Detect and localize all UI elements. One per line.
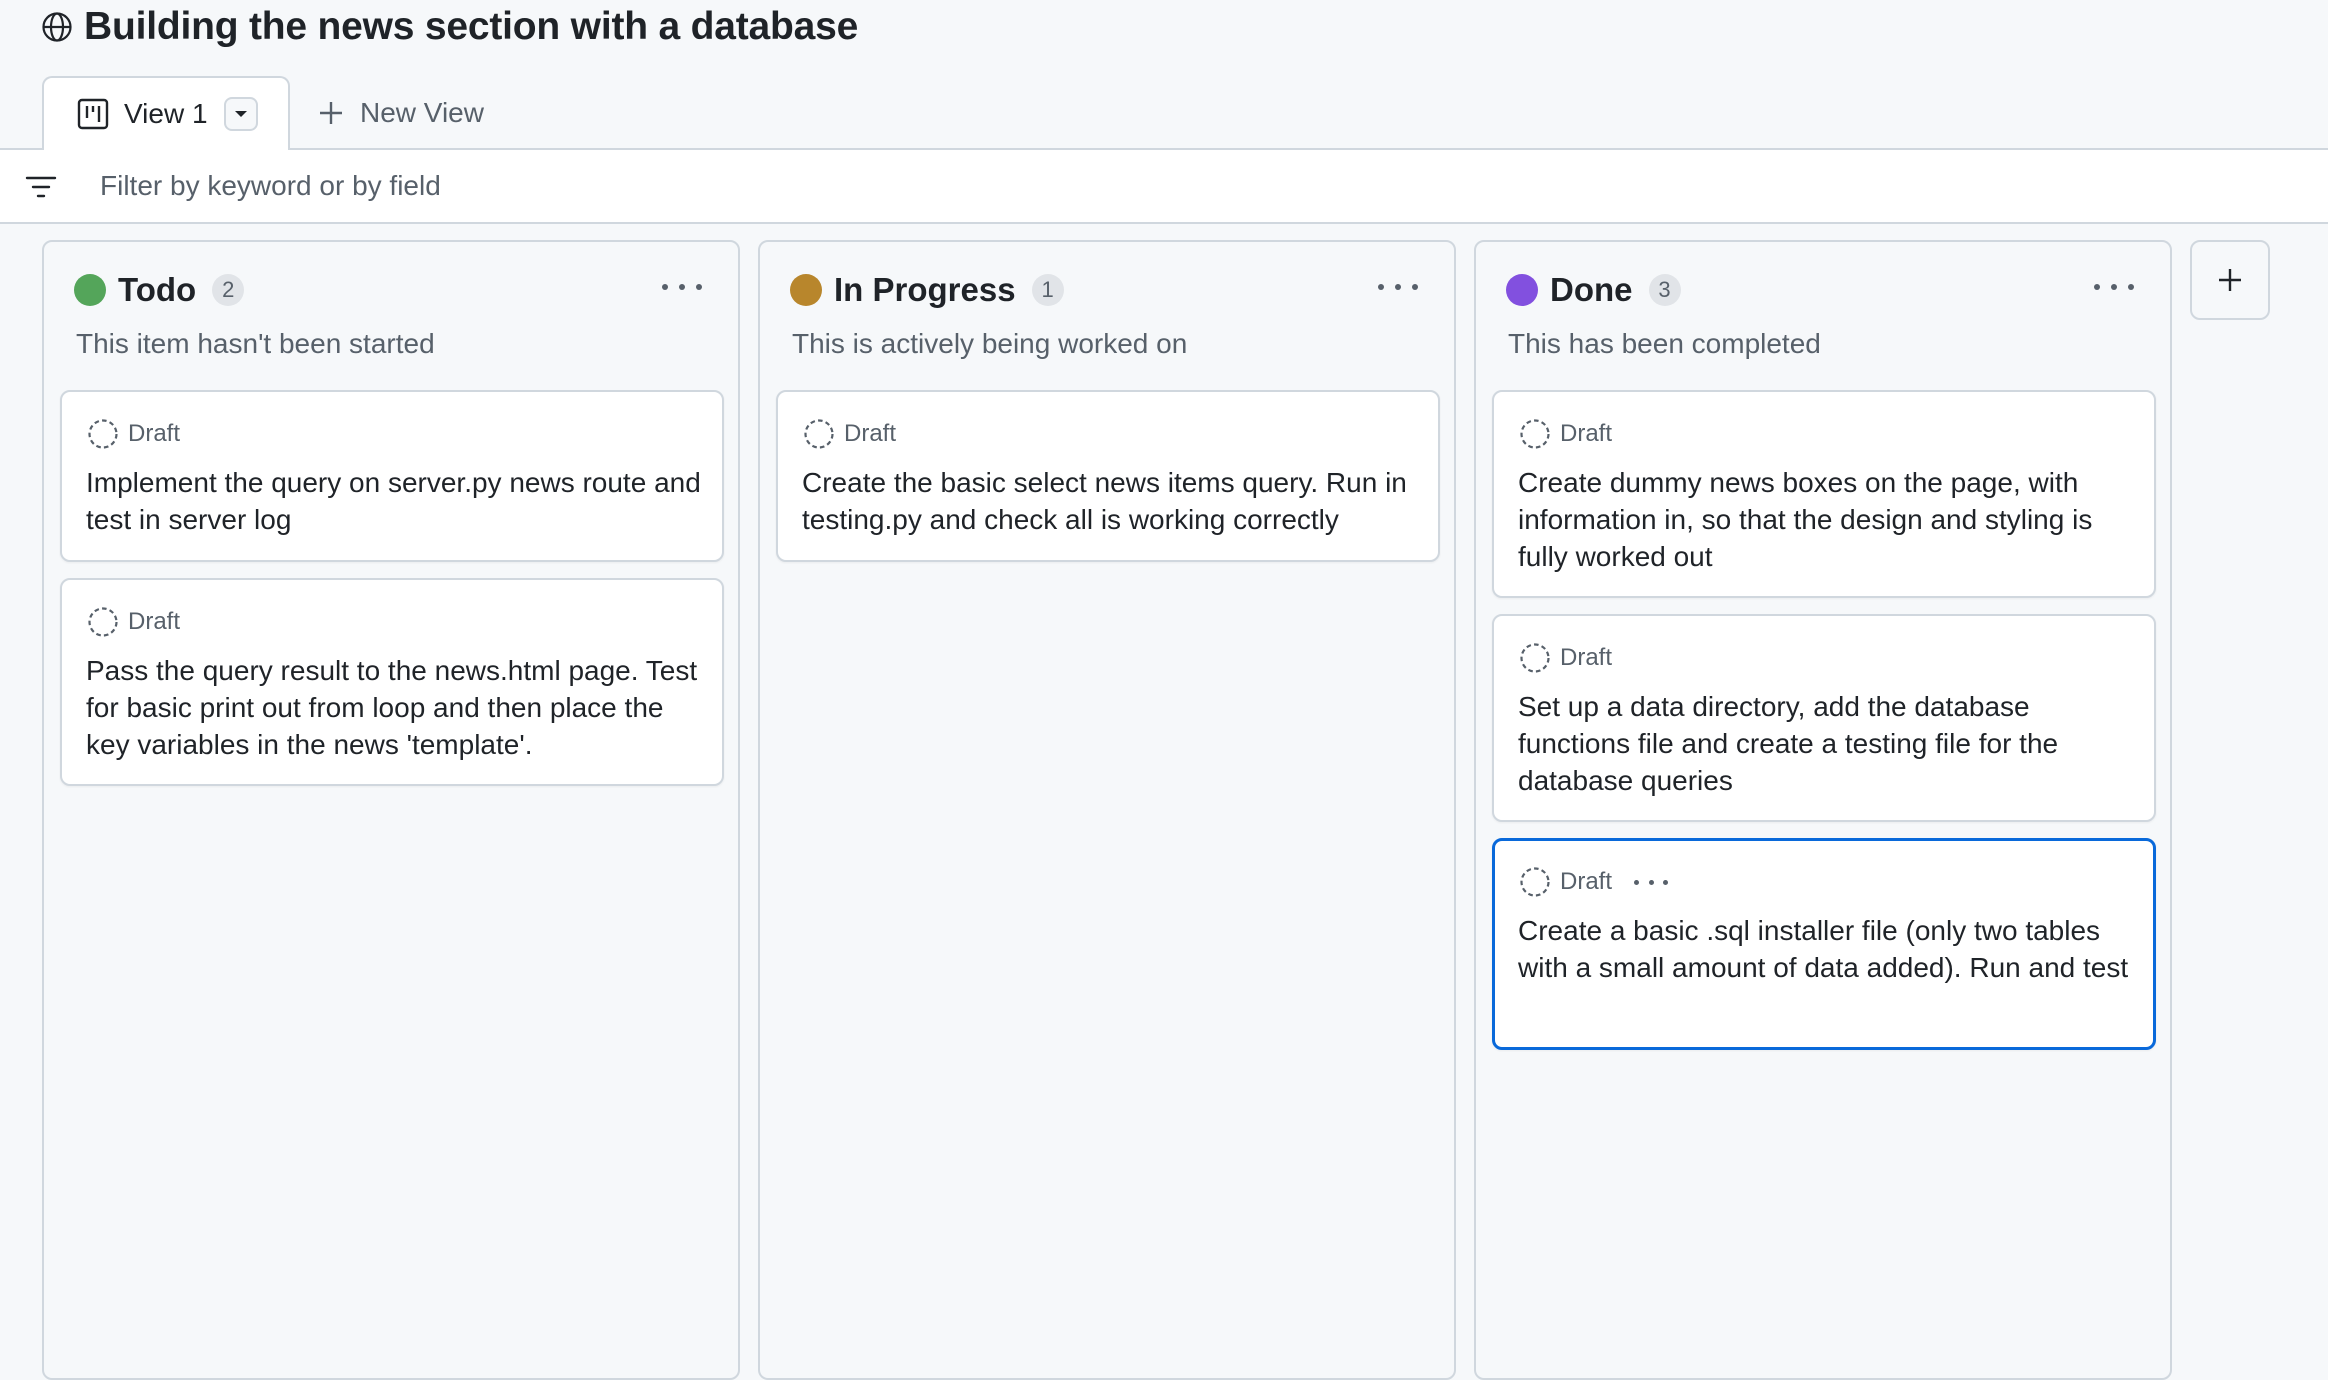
status-dot-icon xyxy=(74,274,106,306)
card-title[interactable]: Create a basic .sql installer file (only… xyxy=(1518,912,2138,986)
card-meta: Draft xyxy=(86,416,180,452)
card[interactable]: Draft Create the basic select news items… xyxy=(776,390,1440,562)
plus-icon xyxy=(320,102,342,124)
card-type-label: Draft xyxy=(128,420,181,447)
column-in-progress: In Progress 1 This is actively being wor… xyxy=(758,240,1456,1380)
draft-circle-icon xyxy=(1518,417,1552,451)
status-dot-icon xyxy=(790,274,822,306)
tab-label: View 1 xyxy=(124,98,208,129)
column-menu-button[interactable] xyxy=(1378,270,1418,304)
column-description: This is actively being worked on xyxy=(792,328,1188,359)
card-title[interactable]: Implement the query on server.py news ro… xyxy=(86,464,706,538)
column-description: This has been completed xyxy=(1508,328,1821,359)
card-meta: Draft xyxy=(86,604,180,640)
card-title[interactable]: Create the basic select news items query… xyxy=(802,464,1422,538)
globe-icon xyxy=(40,10,74,44)
draft-circle-icon xyxy=(86,605,120,639)
card[interactable]: Draft Create dummy news boxes on the pag… xyxy=(1492,390,2156,598)
add-column-button[interactable] xyxy=(2190,240,2270,320)
column-header: Todo 2 xyxy=(74,268,245,312)
card[interactable]: Draft Implement the query on server.py n… xyxy=(60,390,724,562)
column-description: This item hasn't been started xyxy=(76,328,435,359)
column-menu-button[interactable] xyxy=(2094,270,2134,304)
column-header: Done 3 xyxy=(1506,268,1681,312)
draft-circle-icon xyxy=(86,417,120,451)
page-title: Building the news section with a databas… xyxy=(84,5,859,48)
column-header: In Progress 1 xyxy=(790,268,1064,312)
card-type-label: Draft xyxy=(128,608,181,635)
column-done: Done 3 This has been completed Draft Cre… xyxy=(1474,240,2172,1380)
draft-circle-icon xyxy=(802,417,836,451)
card-type-label: Draft xyxy=(844,420,897,447)
title-row: Building the news section with a databas… xyxy=(40,2,858,52)
board-icon xyxy=(76,97,110,131)
card-type-label: Draft xyxy=(1560,644,1613,671)
card[interactable]: Draft Pass the query result to the news.… xyxy=(60,578,724,786)
draft-circle-icon xyxy=(1518,865,1552,899)
card-meta: Draft xyxy=(802,416,896,452)
column-title: Done xyxy=(1550,271,1633,308)
new-view-label: New View xyxy=(360,97,484,128)
count-badge: 2 xyxy=(212,274,245,306)
card-options-button[interactable] xyxy=(1634,870,1669,894)
tab-view-1[interactable]: View 1 xyxy=(42,76,290,150)
new-view-button[interactable]: New View xyxy=(318,88,484,138)
card-meta: Draft xyxy=(1518,640,1612,676)
column-title: Todo xyxy=(118,271,197,308)
filter-icon[interactable] xyxy=(24,170,58,204)
count-badge: 3 xyxy=(1648,274,1681,306)
card-title[interactable]: Create dummy news boxes on the page, wit… xyxy=(1518,464,2138,575)
count-badge: 1 xyxy=(1031,274,1064,306)
view-options-button[interactable] xyxy=(223,97,258,131)
card-meta: Draft xyxy=(1518,864,1669,900)
column-title: In Progress xyxy=(834,271,1016,308)
draft-circle-icon xyxy=(1518,641,1552,675)
card-selected[interactable]: Draft Create a basic .sql installer file… xyxy=(1492,838,2156,1050)
project-header: Building the news section with a databas… xyxy=(0,0,2328,150)
column-todo: Todo 2 This item hasn't been started Dra… xyxy=(42,240,740,1380)
status-dot-icon xyxy=(1506,274,1538,306)
card-title[interactable]: Pass the query result to the news.html p… xyxy=(86,652,706,763)
caret-down-icon xyxy=(234,111,247,117)
column-menu-button[interactable] xyxy=(662,270,702,304)
filter-input[interactable] xyxy=(100,158,2200,214)
card-title[interactable]: Set up a data directory, add the databas… xyxy=(1518,688,2138,799)
card-type-label: Draft xyxy=(1560,420,1613,447)
card[interactable]: Draft Set up a data directory, add the d… xyxy=(1492,614,2156,822)
plus-icon xyxy=(2219,269,2241,291)
card-type-label: Draft xyxy=(1560,868,1613,895)
filter-bar xyxy=(0,148,2328,224)
card-meta: Draft xyxy=(1518,416,1612,452)
